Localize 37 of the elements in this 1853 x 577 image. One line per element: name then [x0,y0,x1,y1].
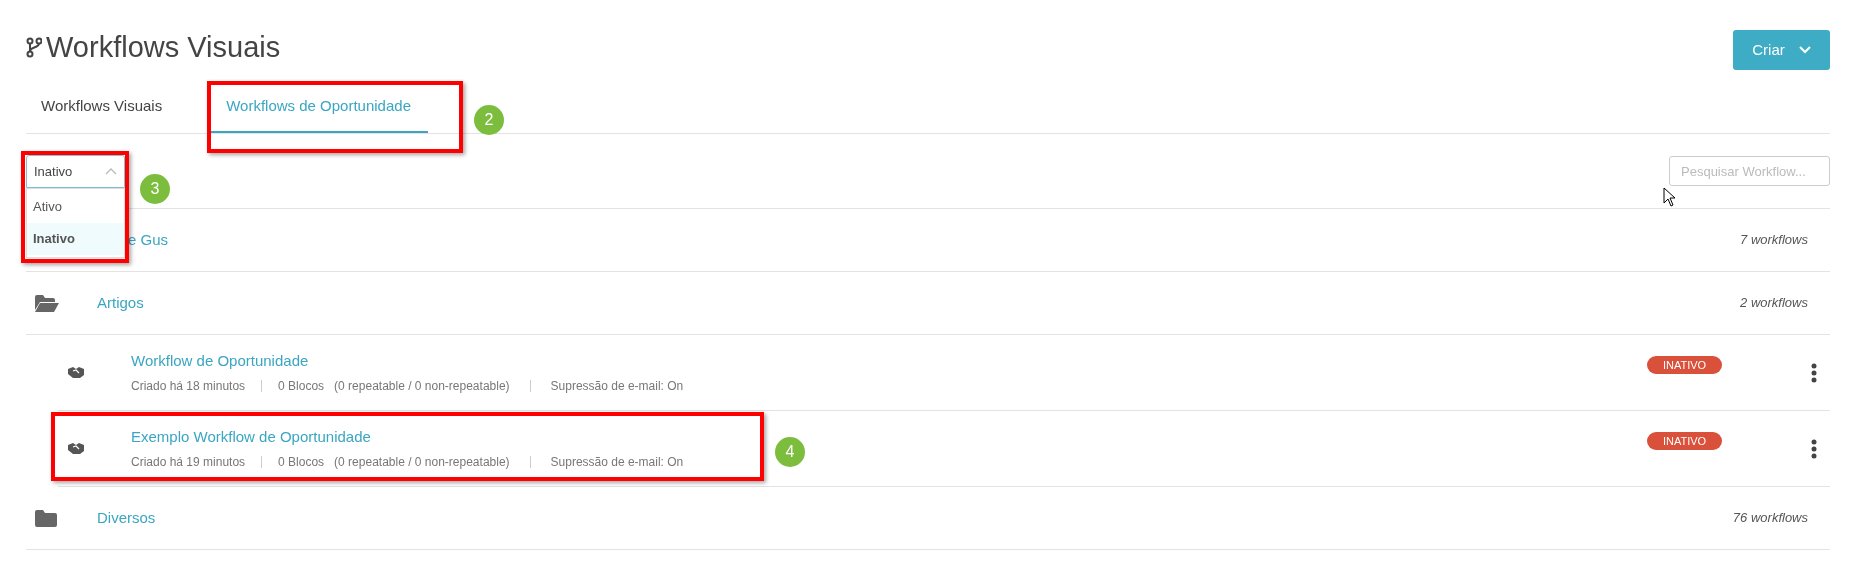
workflow-link[interactable]: Exemplo Workflow de Oportunidade [131,425,371,449]
status-badge: INATIVO [1647,356,1722,374]
block-count: 0 Blocos [278,378,325,396]
block-count: 0 Blocos [278,454,325,472]
kebab-icon [1811,362,1817,383]
chevron-down-icon [1798,46,1811,54]
tab[interactable]: Workflows Visuais [26,82,178,133]
folder-link[interactable]: e Gus [128,228,169,252]
handshake-icon [67,442,84,455]
workflow-count: 7 workflows [1740,231,1808,250]
email-suppression: Supressão de e-mail: On [550,454,684,472]
block-details: (0 repeatable / 0 non-repeatable) [334,378,510,396]
created-time: Criado há 18 minutos [131,378,246,396]
status-badge: INATIVO [1647,432,1722,450]
chevron-up-icon [105,168,117,175]
handshake-icon [67,366,84,379]
tab[interactable]: Workflows de Oportunidade [209,82,428,133]
mouse-pointer-icon [1663,187,1676,207]
created-time: Criado há 19 minutos [131,454,246,472]
dropdown-option[interactable]: Inativo [27,223,124,255]
create-button[interactable]: Criar [1733,30,1830,70]
step-number-badge: 2 [474,105,504,135]
status-dropdown[interactable]: Inativo [26,155,125,188]
branch-icon [26,36,42,58]
email-suppression: Supressão de e-mail: On [550,378,684,396]
page-title: Workflows Visuais [46,32,281,62]
folder-link[interactable]: Artigos [97,291,144,315]
block-details: (0 repeatable / 0 non-repeatable) [334,454,510,472]
folder-link[interactable]: Diversos [97,506,156,530]
search-field[interactable]: Pesquisar Workflow... [1669,156,1830,186]
dropdown-option[interactable]: Ativo [27,191,124,223]
workflow-link[interactable]: Workflow de Oportunidade [131,349,309,373]
kebab-icon [1811,438,1817,459]
step-number-badge: 4 [775,437,805,467]
workflow-count: 2 workflows [1740,294,1808,313]
step-number-badge: 3 [140,174,170,204]
workflow-count: 76 workflows [1732,509,1808,528]
